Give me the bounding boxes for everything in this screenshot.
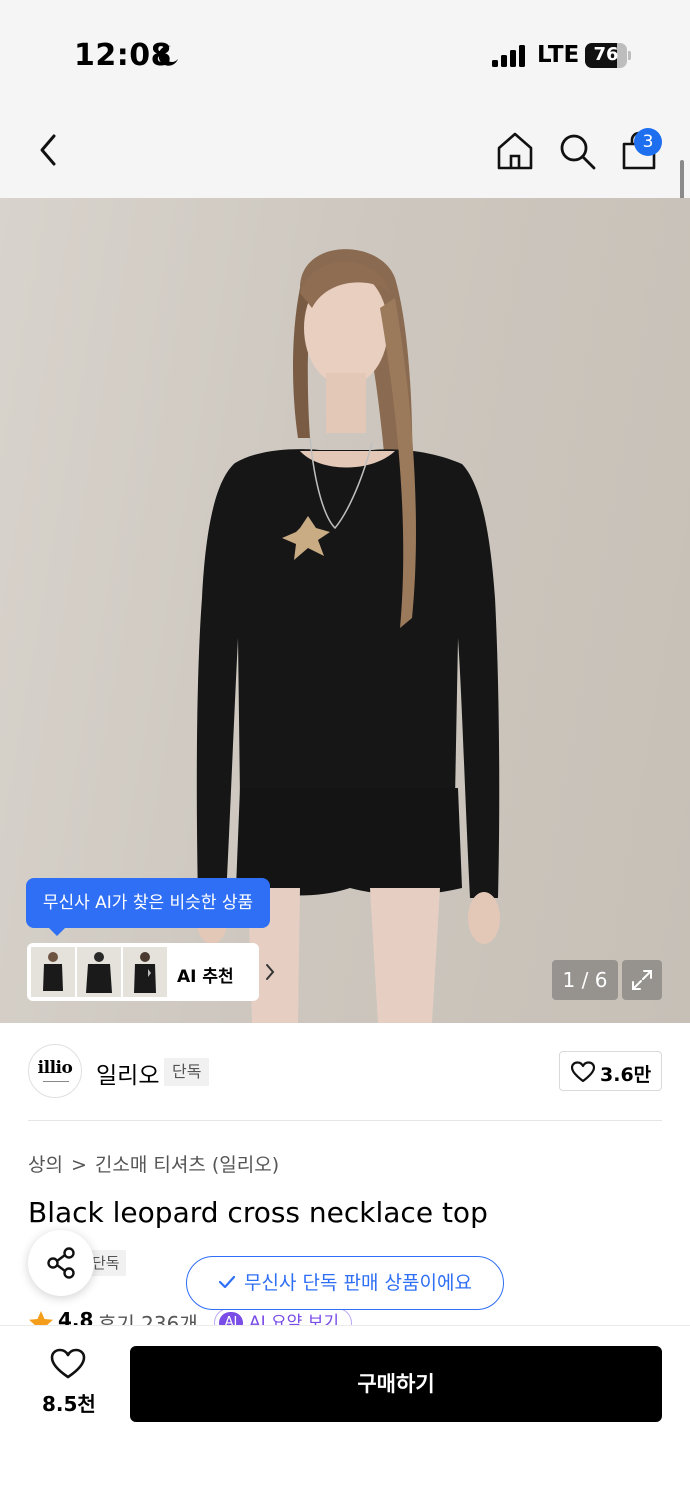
brand-like-button[interactable]: 3.6만 — [559, 1051, 662, 1091]
check-icon — [218, 1275, 236, 1289]
wishlist-count: 8.5천 — [42, 1392, 96, 1416]
battery-icon: 76 — [585, 43, 631, 68]
brand-logo-text: illio — [37, 1058, 73, 1078]
chevron-right-icon — [266, 964, 275, 980]
ai-recommend-label: AI 추천 — [177, 967, 234, 987]
bottom-action-bar: 8.5천 구매하기 — [0, 1325, 690, 1500]
review-count-link[interactable]: 후기 236개 — [98, 1308, 198, 1326]
rating-score: 4.8 — [58, 1308, 94, 1326]
home-icon[interactable] — [494, 130, 536, 172]
share-button[interactable] — [28, 1230, 94, 1296]
back-arrow-icon[interactable] — [30, 130, 66, 170]
share-icon — [47, 1247, 75, 1279]
breadcrumb-item[interactable]: 긴소매 티셔츠 (일리오) — [95, 1154, 279, 1176]
image-page-indicator: 1 / 6 — [552, 960, 618, 1000]
ai-similar-tooltip[interactable]: 무신사 AI가 찾은 비슷한 상품 — [26, 878, 270, 936]
battery-level: 76 — [593, 44, 619, 65]
moon-icon — [158, 45, 178, 66]
divider — [28, 1120, 662, 1121]
product-title: Black leopard cross necklace top — [28, 1196, 488, 1229]
ai-summary-button[interactable]: AI AI 요약 보기 — [214, 1308, 353, 1326]
network-type: LTE — [537, 42, 580, 68]
signal-icon — [492, 45, 525, 67]
ai-chip: AI — [219, 1312, 243, 1326]
heart-icon — [571, 1061, 595, 1083]
ai-recommend-card[interactable]: AI 추천 — [27, 943, 275, 1001]
expand-icon — [632, 970, 652, 990]
exclusive-notice-pill[interactable]: 무신사 단독 판매 상품이에요 — [186, 1256, 504, 1310]
breadcrumb-item[interactable]: 상의 — [28, 1154, 63, 1176]
breadcrumb-separator: > — [70, 1154, 87, 1176]
search-icon[interactable] — [556, 130, 598, 172]
exclusive-tag: 단독 — [164, 1058, 210, 1086]
top-nav — [0, 100, 690, 198]
brand-like-count: 3.6만 — [600, 1064, 652, 1086]
brand-name[interactable]: 일리오 — [96, 1056, 159, 1090]
breadcrumb: 상의 > 긴소매 티셔츠 (일리오) — [28, 1150, 279, 1177]
similar-item-thumb[interactable] — [31, 947, 75, 997]
exclusive-notice-text: 무신사 단독 판매 상품이에요 — [244, 1272, 472, 1294]
star-icon — [29, 1311, 53, 1326]
expand-image-button[interactable] — [622, 960, 662, 1000]
heart-icon — [50, 1348, 86, 1379]
cart-count-badge: 3 — [634, 128, 662, 156]
status-bar: 12:08 LTE 76 — [0, 0, 690, 100]
similar-item-thumb[interactable] — [123, 947, 167, 997]
brand-logo[interactable]: illio — [28, 1044, 82, 1098]
buy-button[interactable]: 구매하기 — [130, 1346, 662, 1422]
similar-item-thumb[interactable] — [77, 947, 121, 997]
